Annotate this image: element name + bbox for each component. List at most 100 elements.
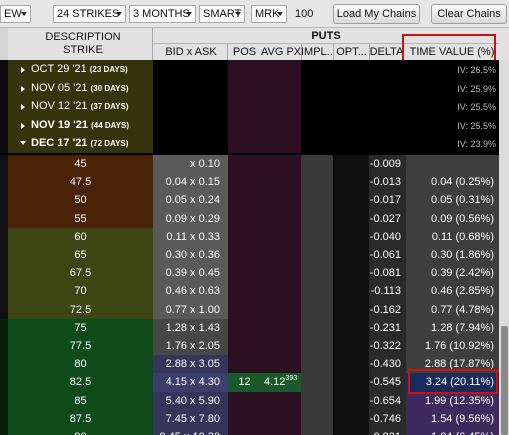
time-value-cell[interactable]: 0.09 (0.56%) bbox=[406, 209, 499, 228]
opt-cell[interactable] bbox=[334, 428, 369, 435]
position-cell[interactable] bbox=[228, 209, 261, 228]
time-value-cell[interactable] bbox=[406, 155, 499, 174]
position-cell[interactable] bbox=[228, 300, 261, 319]
strikes-dropdown[interactable]: 24 STRIKES bbox=[53, 5, 126, 23]
scrollbar-thumb[interactable] bbox=[501, 326, 508, 435]
strike-cell[interactable]: 55 bbox=[8, 209, 153, 228]
time-value-cell[interactable]: 0.11 (0.68%) bbox=[406, 227, 499, 246]
implied-vol-cell[interactable] bbox=[301, 355, 333, 374]
bid-ask-cell[interactable]: 0.46 x 0.63 bbox=[153, 282, 228, 301]
header-opt[interactable]: OPT... bbox=[334, 46, 369, 59]
avg-price-cell[interactable] bbox=[261, 246, 301, 265]
opt-cell[interactable] bbox=[334, 409, 369, 428]
implied-vol-cell[interactable] bbox=[301, 373, 333, 392]
bid-ask-cell[interactable]: 0.11 x 0.33 bbox=[153, 227, 228, 246]
expiration-row[interactable]: DEC 17 '21 (72 DAYS) IV: 23.9% bbox=[0, 134, 509, 153]
time-value-cell[interactable]: 0.77 (4.78%) bbox=[406, 300, 499, 319]
expiration-description-cell[interactable]: DEC 17 '21 (72 DAYS) bbox=[8, 134, 153, 153]
strike-cell[interactable]: 65 bbox=[8, 246, 153, 265]
header-strike[interactable]: STRIKE bbox=[14, 44, 152, 57]
position-cell[interactable] bbox=[228, 318, 261, 337]
opt-cell[interactable] bbox=[334, 355, 369, 374]
opt-cell[interactable] bbox=[334, 155, 369, 174]
bid-ask-cell[interactable]: 9.45 x 10.30 bbox=[153, 428, 228, 435]
bid-ask-cell[interactable]: 0.30 x 0.36 bbox=[153, 246, 228, 265]
implied-vol-cell[interactable] bbox=[301, 264, 333, 283]
exchange-dropdown[interactable]: SMART bbox=[199, 5, 245, 23]
strike-cell[interactable]: 82.5 bbox=[8, 373, 153, 392]
delta-cell[interactable]: -0.013 bbox=[369, 173, 406, 192]
implied-vol-cell[interactable] bbox=[301, 209, 333, 228]
strike-cell[interactable]: 90 bbox=[8, 428, 153, 435]
strike-row[interactable]: 72.5 0.77 x 1.00 -0.162 0.77 (4.78%) bbox=[0, 300, 509, 319]
implied-vol-cell[interactable] bbox=[301, 337, 333, 356]
strike-cell[interactable]: 47.5 bbox=[8, 173, 153, 192]
position-cell[interactable] bbox=[228, 173, 261, 192]
strike-row[interactable]: 55 0.09 x 0.29 -0.027 0.09 (0.56%) bbox=[0, 209, 509, 228]
delta-cell[interactable]: -0.545 bbox=[369, 373, 406, 392]
header-description[interactable]: DESCRIPTION bbox=[14, 31, 152, 44]
avg-price-cell[interactable] bbox=[261, 155, 301, 174]
clear-chains-button[interactable]: Clear Chains bbox=[431, 4, 507, 24]
delta-cell[interactable]: -0.322 bbox=[369, 337, 406, 356]
bid-ask-cell[interactable]: 0.39 x 0.45 bbox=[153, 264, 228, 283]
delta-cell[interactable]: -0.017 bbox=[369, 191, 406, 210]
time-value-cell[interactable]: 1.04 (6.45%) bbox=[406, 428, 499, 435]
implied-vol-cell[interactable] bbox=[301, 191, 333, 210]
opt-cell[interactable] bbox=[334, 391, 369, 410]
time-value-cell[interactable]: 0.04 (0.25%) bbox=[406, 173, 499, 192]
header-pos[interactable]: POS bbox=[228, 46, 261, 59]
position-cell[interactable] bbox=[228, 227, 261, 246]
time-value-cell[interactable]: 1.76 (10.92%) bbox=[406, 337, 499, 356]
strike-cell[interactable]: 67.5 bbox=[8, 264, 153, 283]
avg-price-cell[interactable] bbox=[261, 227, 301, 246]
implied-vol-cell[interactable] bbox=[301, 282, 333, 301]
strike-row[interactable]: 77.5 1.76 x 2.05 -0.322 1.76 (10.92%) bbox=[0, 337, 509, 356]
delta-cell[interactable]: -0.009 bbox=[369, 155, 406, 174]
expiration-row[interactable]: OCT 29 '21 (23 DAYS) IV: 26.5% bbox=[0, 60, 509, 79]
bid-ask-cell[interactable]: 1.28 x 1.43 bbox=[153, 318, 228, 337]
strike-cell[interactable]: 72.5 bbox=[8, 300, 153, 319]
bid-ask-cell[interactable]: 0.05 x 0.24 bbox=[153, 191, 228, 210]
bid-ask-cell[interactable]: 7.45 x 7.80 bbox=[153, 409, 228, 428]
strike-cell[interactable]: 80 bbox=[8, 355, 153, 374]
avg-price-cell[interactable] bbox=[261, 264, 301, 283]
avg-price-cell[interactable] bbox=[261, 428, 301, 435]
delta-cell[interactable]: -0.746 bbox=[369, 409, 406, 428]
opt-cell[interactable] bbox=[334, 173, 369, 192]
expiration-description-cell[interactable]: NOV 19 '21 (44 DAYS) bbox=[8, 115, 153, 135]
expiration-description-cell[interactable]: NOV 12 '21 (37 DAYS) bbox=[8, 97, 153, 116]
position-cell[interactable] bbox=[228, 155, 261, 174]
delta-cell[interactable]: -0.081 bbox=[369, 264, 406, 283]
avg-price-cell[interactable] bbox=[261, 318, 301, 337]
strike-cell[interactable]: 77.5 bbox=[8, 337, 153, 356]
expiration-description-cell[interactable]: OCT 29 '21 (23 DAYS) bbox=[8, 60, 153, 79]
opt-cell[interactable] bbox=[334, 282, 369, 301]
strike-cell[interactable]: 50 bbox=[8, 191, 153, 210]
time-value-cell[interactable]: 0.30 (1.86%) bbox=[406, 246, 499, 265]
position-cell[interactable] bbox=[228, 428, 261, 435]
bid-ask-cell[interactable]: 0.77 x 1.00 bbox=[153, 300, 228, 319]
position-cell[interactable]: 12 bbox=[228, 373, 261, 392]
header-delta[interactable]: DELTA bbox=[369, 46, 404, 59]
implied-vol-cell[interactable] bbox=[301, 318, 333, 337]
expand-triangle-icon[interactable] bbox=[21, 85, 25, 92]
load-my-chains-button[interactable]: Load My Chains bbox=[333, 4, 420, 24]
strike-row[interactable]: 75 1.28 x 1.43 -0.231 1.28 (7.94%) bbox=[0, 318, 509, 337]
delta-cell[interactable]: -0.061 bbox=[369, 246, 406, 265]
delta-cell[interactable]: -0.654 bbox=[369, 391, 406, 410]
opt-cell[interactable] bbox=[334, 227, 369, 246]
expiration-row[interactable]: NOV 05 '21 (30 DAYS) IV: 25.9% bbox=[0, 78, 509, 98]
expiration-description-cell[interactable]: NOV 05 '21 (30 DAYS) bbox=[8, 78, 153, 98]
time-value-cell[interactable]: 1.99 (12.35%) bbox=[406, 391, 499, 410]
expand-triangle-icon[interactable] bbox=[21, 67, 25, 73]
strike-row[interactable]: 50 0.05 x 0.24 -0.017 0.05 (0.31%) bbox=[0, 191, 509, 210]
strike-cell[interactable]: 85 bbox=[8, 391, 153, 410]
implied-vol-cell[interactable] bbox=[301, 227, 333, 246]
bid-ask-cell[interactable]: 0.04 x 0.15 bbox=[153, 173, 228, 192]
implied-vol-cell[interactable] bbox=[301, 246, 333, 265]
avg-price-cell[interactable]: 4.12393 bbox=[261, 373, 301, 392]
months-dropdown[interactable]: 3 MONTHS bbox=[129, 5, 196, 23]
expiration-row[interactable]: NOV 19 '21 (44 DAYS) IV: 25.5% bbox=[0, 115, 509, 135]
time-value-cell[interactable]: 1.54 (9.56%) bbox=[406, 409, 499, 428]
